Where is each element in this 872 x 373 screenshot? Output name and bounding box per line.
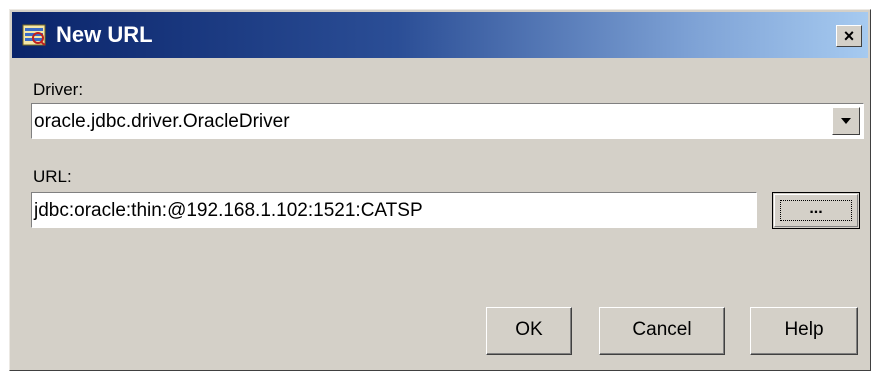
- browse-button[interactable]: ...: [772, 192, 860, 229]
- cancel-button[interactable]: Cancel: [599, 307, 725, 355]
- title-bar[interactable]: New URL ×: [12, 12, 868, 58]
- database-icon: [22, 24, 46, 46]
- url-label: URL:: [33, 167, 72, 186]
- close-icon: ×: [843, 26, 855, 46]
- chevron-down-icon: [841, 118, 851, 124]
- ok-button[interactable]: OK: [486, 307, 572, 355]
- driver-select[interactable]: oracle.jdbc.driver.OracleDriver: [31, 103, 864, 139]
- new-url-dialog: New URL × Driver: oracle.jdbc.driver.Ora…: [9, 9, 871, 371]
- dialog-title: New URL: [56, 22, 153, 47]
- driver-selected-value: oracle.jdbc.driver.OracleDriver: [34, 111, 290, 132]
- help-button[interactable]: Help: [750, 307, 858, 355]
- url-input[interactable]: jdbc:oracle:thin:@192.168.1.102:1521:CAT…: [31, 192, 757, 228]
- close-button[interactable]: ×: [836, 25, 862, 47]
- browse-button-face: ...: [774, 194, 858, 227]
- url-input-value: jdbc:oracle:thin:@192.168.1.102:1521:CAT…: [34, 200, 423, 221]
- ellipsis-icon: ...: [780, 200, 852, 221]
- driver-dropdown-button[interactable]: [832, 107, 860, 135]
- driver-label: Driver:: [33, 80, 84, 99]
